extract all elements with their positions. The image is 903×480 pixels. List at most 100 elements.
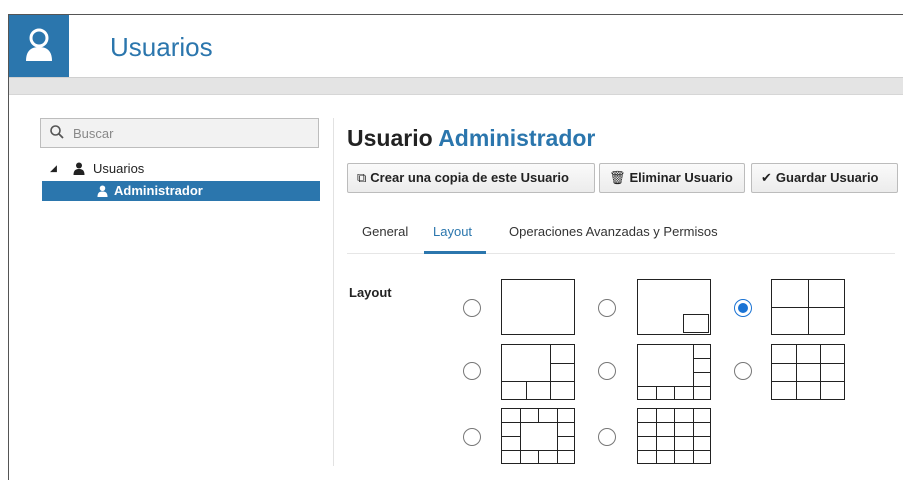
layout-cell <box>637 450 657 464</box>
layout-cell <box>637 344 694 387</box>
layout-cell <box>519 408 539 423</box>
layout-3x3-thumbnail[interactable] <box>771 344 845 400</box>
layout-cell <box>637 386 657 400</box>
layout-cell <box>771 381 797 400</box>
layout-cell <box>692 386 711 400</box>
tree-item-label: Administrador <box>114 183 203 198</box>
layout-4x4-radio[interactable] <box>598 428 616 446</box>
layout-cell <box>538 408 558 423</box>
layout-cell <box>795 362 822 383</box>
layout-cell <box>501 450 521 464</box>
layout-cell <box>637 408 657 423</box>
layout-cell <box>692 344 711 359</box>
page-title: Usuario Administrador <box>347 125 595 152</box>
layout-cell <box>655 450 675 464</box>
layout-2x2-radio[interactable] <box>734 299 752 317</box>
layout-cell <box>771 307 809 335</box>
user-icon <box>73 162 85 178</box>
layout-3x3-radio[interactable] <box>734 362 752 380</box>
copy-user-button-label: Crear una copia de este Usuario <box>370 170 569 185</box>
layout-cell <box>692 372 711 387</box>
layout-cell <box>692 436 711 451</box>
layout-cell <box>674 450 694 464</box>
layout-cell <box>501 279 575 335</box>
layout-cell <box>556 408 575 423</box>
search-input[interactable] <box>73 124 303 142</box>
layout-cell <box>655 386 675 400</box>
layout-cell <box>808 279 845 308</box>
layout-1-plus-5-radio[interactable] <box>463 362 481 380</box>
save-user-button-label: Guardar Usuario <box>775 170 879 185</box>
layout-cell <box>538 450 558 464</box>
layout-1-plus-5-thumbnail[interactable] <box>501 344 575 400</box>
layout-cell <box>501 408 521 423</box>
layout-4x4-thumbnail[interactable] <box>637 408 711 464</box>
layout-cell <box>692 408 711 423</box>
search-icon <box>50 125 64 144</box>
main-panel: Usuario Administrador ⧉ Crear una copia d… <box>347 118 898 466</box>
layout-1-plus-7-thumbnail[interactable] <box>637 344 711 400</box>
layout-cell <box>682 313 710 333</box>
layout-cell <box>501 381 527 400</box>
tab-advanced-permissions[interactable]: Operaciones Avanzadas y Permisos <box>509 224 718 239</box>
layout-cell <box>771 279 809 308</box>
layout-1x1-radio[interactable] <box>463 299 481 317</box>
layout-cell <box>550 362 575 383</box>
layout-cell <box>556 450 575 464</box>
layout-cell <box>637 436 657 451</box>
tab-bar: General Layout Operaciones Avanzadas y P… <box>347 213 895 254</box>
layout-cell <box>674 422 694 437</box>
layout-cell <box>771 344 797 364</box>
delete-user-button-label: Eliminar Usuario <box>629 170 733 185</box>
tree-item-administrador[interactable]: Administrador <box>42 181 320 201</box>
layout-cell <box>692 358 711 373</box>
layout-cell <box>674 386 694 400</box>
tab-general[interactable]: General <box>362 224 408 239</box>
layout-1-plus-pip-thumbnail[interactable] <box>637 279 711 335</box>
copy-icon: ⧉ <box>357 170 367 185</box>
layout-cell <box>820 344 845 364</box>
app-title: Usuarios <box>110 32 213 62</box>
layout-cell <box>637 422 657 437</box>
check-icon: ✔ <box>761 170 772 185</box>
search-box[interactable] <box>40 118 319 148</box>
layout-1x1-thumbnail[interactable] <box>501 279 575 335</box>
layout-cell <box>655 422 675 437</box>
layout-cell <box>655 408 675 423</box>
active-tab-indicator <box>424 251 486 254</box>
layout-1-plus-7-radio[interactable] <box>598 362 616 380</box>
copy-user-button[interactable]: ⧉ Crear una copia de este Usuario <box>347 163 595 193</box>
save-user-button[interactable]: ✔ Guardar Usuario <box>751 163 898 193</box>
layout-cell <box>820 362 845 383</box>
layout-cell <box>674 436 694 451</box>
layout-cell <box>501 344 552 383</box>
layout-1-plus-pip-radio[interactable] <box>598 299 616 317</box>
page-title-prefix: Usuario <box>347 125 433 151</box>
layout-field-label: Layout <box>349 285 392 300</box>
layout-cell <box>808 307 845 335</box>
header: Usuarios <box>9 15 903 77</box>
layout-cell <box>692 450 711 464</box>
header-divider-strip <box>9 77 903 95</box>
layout-cell <box>692 422 711 437</box>
layout-cell <box>674 408 694 423</box>
layout-cell <box>556 422 575 437</box>
layout-cell <box>550 381 575 400</box>
trash-icon: 🗑 <box>609 170 626 185</box>
collapse-arrow-icon[interactable]: ◢ <box>50 163 57 174</box>
layout-cell <box>501 422 521 437</box>
layout-cell <box>519 450 539 464</box>
tab-layout[interactable]: Layout <box>433 224 472 239</box>
layout-cell <box>501 436 521 451</box>
layout-cell <box>771 362 797 383</box>
layout-1-plus-12-thumbnail[interactable] <box>501 408 575 464</box>
panel-divider <box>333 118 334 466</box>
layout-cell <box>795 381 822 400</box>
layout-2x2-thumbnail[interactable] <box>771 279 845 335</box>
layout-1-plus-12-radio[interactable] <box>463 428 481 446</box>
layout-cell <box>519 422 558 451</box>
tree-item-usuarios[interactable]: ◢ Usuarios <box>48 160 320 178</box>
layout-cell <box>795 344 822 364</box>
layout-cell <box>655 436 675 451</box>
delete-user-button[interactable]: 🗑 Eliminar Usuario <box>599 163 745 193</box>
